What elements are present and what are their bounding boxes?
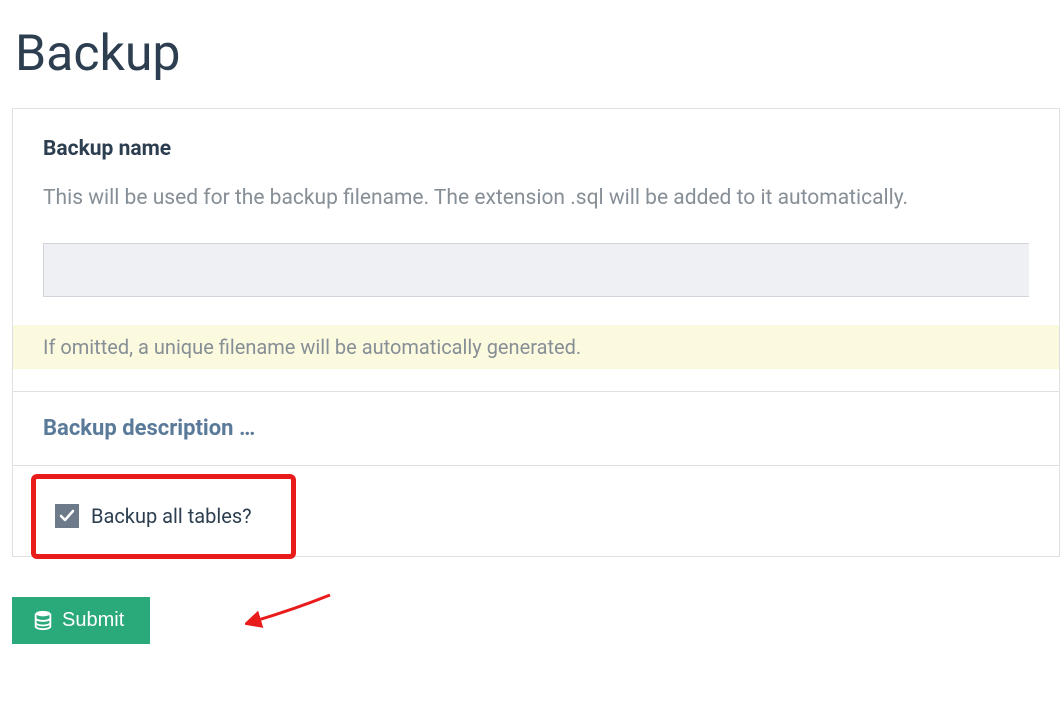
- backup-name-section: Backup name This will be used for the ba…: [13, 109, 1059, 392]
- backup-name-help: This will be used for the backup filenam…: [43, 183, 1029, 215]
- submit-button-label: Submit: [62, 609, 124, 632]
- backup-name-note: If omitted, a unique filename will be au…: [13, 325, 1059, 369]
- page-title: Backup: [0, 0, 1060, 108]
- annotation-arrow-icon: [245, 589, 335, 629]
- backup-all-row[interactable]: Backup all tables?: [43, 490, 1029, 528]
- backup-name-input[interactable]: [43, 243, 1029, 297]
- check-icon: [59, 508, 75, 524]
- backup-form-panel: Backup name This will be used for the ba…: [12, 108, 1060, 557]
- submit-area: Submit: [0, 557, 1060, 644]
- backup-all-checkbox[interactable]: [55, 504, 79, 528]
- database-icon: [32, 609, 54, 631]
- submit-button[interactable]: Submit: [12, 597, 150, 644]
- backup-description-toggle[interactable]: Backup description …: [43, 416, 255, 441]
- backup-all-section: Backup all tables?: [13, 466, 1059, 557]
- backup-name-label: Backup name: [43, 137, 1029, 161]
- backup-all-label: Backup all tables?: [91, 504, 252, 528]
- backup-description-header[interactable]: Backup description …: [13, 392, 1059, 466]
